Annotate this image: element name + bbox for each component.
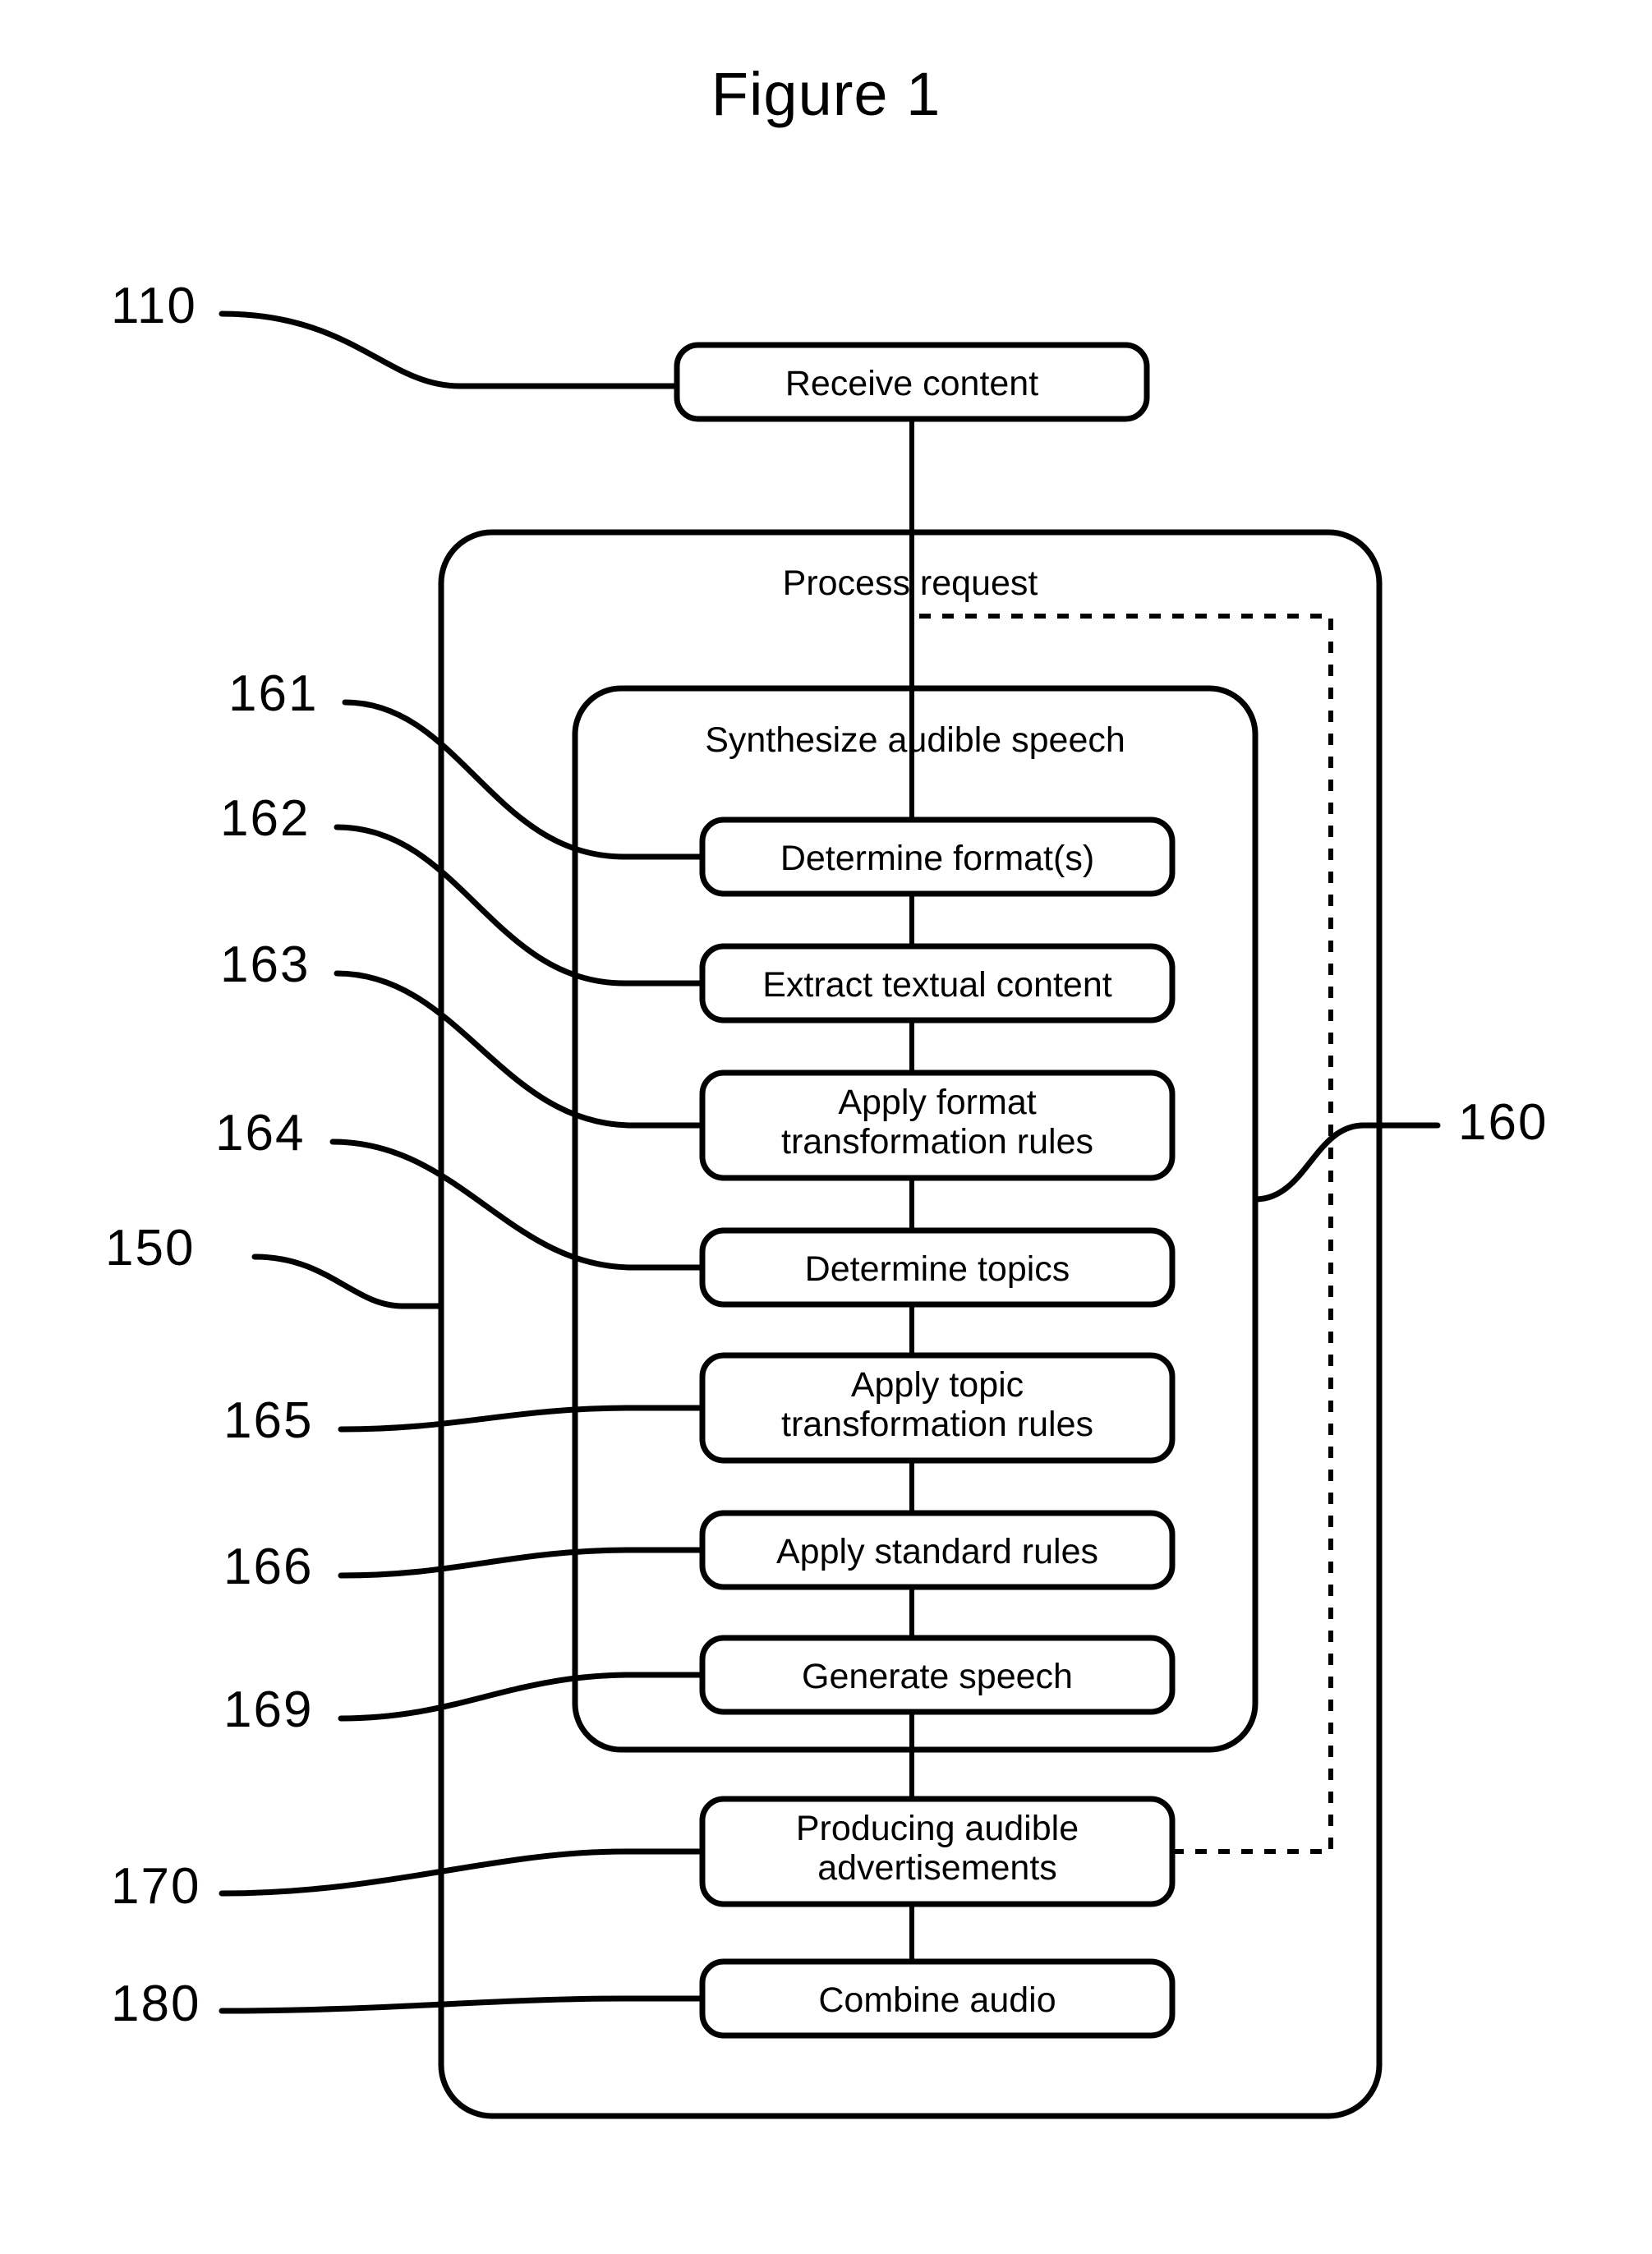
leader-161 (342, 699, 706, 860)
node-generate-speech[interactable] (699, 1635, 1176, 1715)
node-producing-ads[interactable] (699, 1796, 1176, 1907)
leader-170 (219, 1848, 706, 1897)
leader-110 (219, 310, 680, 389)
leader-169 (338, 1672, 706, 1722)
diagram-canvas (219, 310, 1441, 2119)
node-determine-formats[interactable] (699, 816, 1176, 897)
node-apply-standard-rules[interactable] (699, 1510, 1176, 1590)
node-apply-topic-rules[interactable] (699, 1352, 1176, 1464)
leader-164 (329, 1138, 706, 1271)
patent-figure: Figure 1 Receive content Determine forma… (0, 0, 1652, 2254)
node-receive-content[interactable] (674, 342, 1150, 422)
leader-180 (219, 1995, 706, 2014)
leader-150 (251, 1254, 444, 1309)
leader-160 (1252, 1122, 1441, 1203)
node-apply-format-rules[interactable] (699, 1070, 1176, 1181)
leader-163 (334, 970, 706, 1129)
leader-166 (338, 1547, 706, 1579)
node-extract-textual[interactable] (699, 943, 1176, 1024)
leader-162 (334, 824, 706, 987)
node-combine-audio[interactable] (699, 1958, 1176, 2039)
node-determine-topics[interactable] (699, 1227, 1176, 1308)
leader-165 (338, 1405, 706, 1433)
